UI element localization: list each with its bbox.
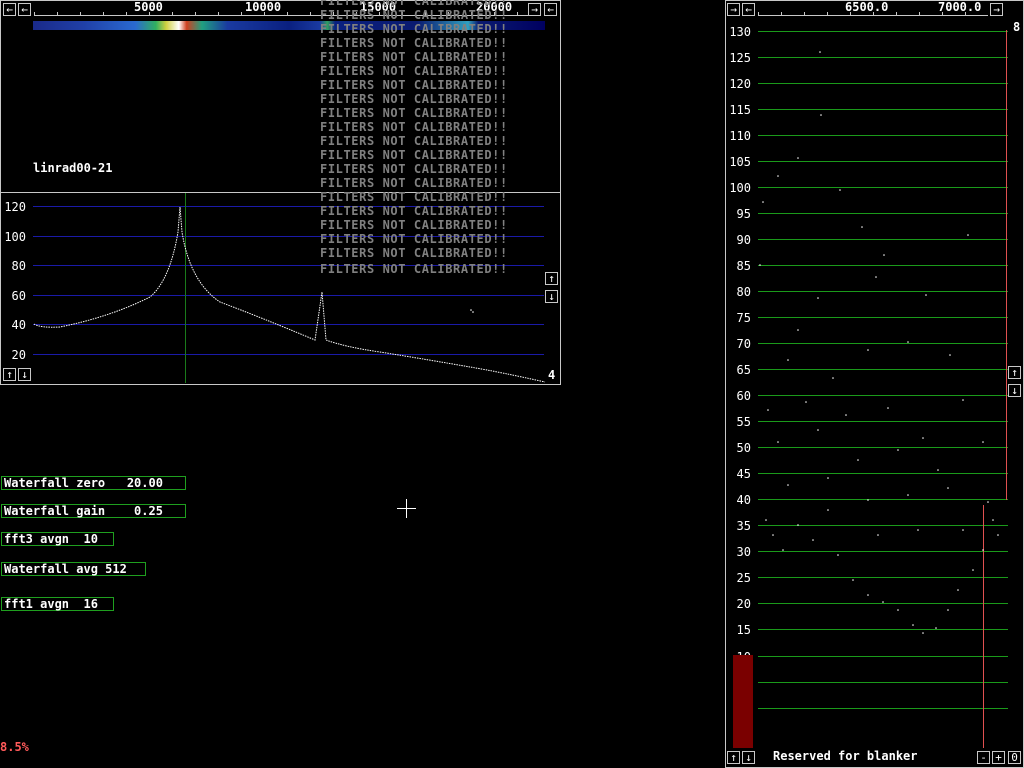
waterfall-scroll-left-icon[interactable]: ←	[544, 3, 557, 16]
baseband-y-label: 35	[736, 519, 751, 533]
filter-warning: FILTERS NOT CALIBRATED!!	[320, 246, 508, 260]
baseband-y-label: 45	[736, 467, 751, 481]
baseband-scale-label-7000: 7000.0	[938, 0, 982, 14]
filter-warning: FILTERS NOT CALIBRATED!!	[320, 8, 508, 22]
baseband-y-label: 55	[736, 415, 751, 429]
baseband-down-arrow-icon[interactable]: ↓	[1008, 384, 1021, 397]
baseband-zoom-up-icon[interactable]: ↑	[727, 751, 740, 764]
baseband-y-label: 100	[729, 181, 751, 195]
baseband-trace	[759, 51, 999, 634]
baseband-y-label: 60	[736, 389, 751, 403]
filter-warning: FILTERS NOT CALIBRATED!!	[320, 22, 508, 36]
fft3-avgn-param[interactable]: fft3 avgn 10	[1, 532, 114, 546]
waterfall-right-arrow-icon[interactable]: →	[528, 3, 541, 16]
spectrum-avg-count: 4	[548, 368, 556, 382]
filter-warning: FILTERS NOT CALIBRATED!!	[320, 50, 508, 64]
baseband-scroll-right-icon[interactable]: →	[990, 3, 1003, 16]
spectrum-zoom-up-icon[interactable]: ↑	[3, 368, 16, 381]
fft1-avgn-param[interactable]: fft1 avgn 16	[1, 597, 114, 611]
waterfall-avg-param[interactable]: Waterfall avg 512	[1, 562, 146, 576]
baseband-y-label: 75	[736, 311, 751, 325]
filter-warning: FILTERS NOT CALIBRATED!!	[320, 262, 508, 276]
filter-warning: FILTERS NOT CALIBRATED!!	[320, 92, 508, 106]
baseband-y-label: 95	[736, 207, 751, 221]
cpu-load-indicator: 8.5%	[0, 740, 29, 754]
waterfall-right-left-arrow-icon[interactable]: ←	[18, 3, 31, 16]
filter-warning: FILTERS NOT CALIBRATED!!	[320, 106, 508, 120]
baseband-y-label: 50	[736, 441, 751, 455]
waterfall-gain-param[interactable]: Waterfall gain 0.25	[1, 504, 186, 518]
filter-warning: FILTERS NOT CALIBRATED!!	[320, 190, 508, 204]
baseband-y-label: 110	[729, 129, 751, 143]
waterfall-zero-param[interactable]: Waterfall zero 20.00	[1, 476, 186, 490]
filter-warning: FILTERS NOT CALIBRATED!!	[320, 162, 508, 176]
crosshair-cursor-icon	[406, 499, 407, 518]
baseband-y-label: 85	[736, 259, 751, 273]
filter-warning: FILTERS NOT CALIBRATED!!	[320, 78, 508, 92]
blanker-label: Reserved for blanker	[773, 749, 918, 763]
baseband-y-label: 115	[729, 103, 751, 117]
baseband-y-label: 25	[736, 571, 751, 585]
baseband-corner-number: 8	[1013, 20, 1021, 34]
spectrum-up-arrow-icon[interactable]: ↑	[545, 272, 558, 285]
filter-warning: FILTERS NOT CALIBRATED!!	[320, 0, 508, 8]
s-meter-bar	[733, 655, 753, 748]
filter-warning: FILTERS NOT CALIBRATED!!	[320, 148, 508, 162]
baseband-y-label: 80	[736, 285, 751, 299]
filter-warning: FILTERS NOT CALIBRATED!!	[320, 218, 508, 232]
filter-warning: FILTERS NOT CALIBRATED!!	[320, 134, 508, 148]
baseband-y-label: 105	[729, 155, 751, 169]
filter-warning: FILTERS NOT CALIBRATED!!	[320, 176, 508, 190]
baseband-y-label: 40	[736, 493, 751, 507]
baseband-y-label: 15	[736, 623, 751, 637]
baseband-scale-label-6500: 6500.0	[845, 0, 889, 14]
blanker-zero-button[interactable]: 0	[1008, 751, 1021, 764]
baseband-y-label: 130	[729, 25, 751, 39]
baseband-y-label: 125	[729, 51, 751, 65]
baseband-y-label: 20	[736, 597, 751, 611]
waterfall-title: linrad00-21	[33, 161, 113, 175]
baseband-zoom-down-icon[interactable]: ↓	[742, 751, 755, 764]
baseband-left-arrow-icon[interactable]: ←	[742, 3, 755, 16]
baseband-level-marker[interactable]	[1006, 30, 1007, 500]
waterfall-left-arrow-icon[interactable]: ←	[3, 3, 16, 16]
filter-warning: FILTERS NOT CALIBRATED!!	[320, 120, 508, 134]
blanker-minus-button[interactable]: -	[977, 751, 990, 764]
filter-warning: FILTERS NOT CALIBRATED!!	[320, 204, 508, 218]
spectrum-down-arrow-icon[interactable]: ↓	[545, 290, 558, 303]
filter-warning: FILTERS NOT CALIBRATED!!	[320, 36, 508, 50]
filter-warning: FILTERS NOT CALIBRATED!!	[320, 232, 508, 246]
baseband-right-arrow-icon[interactable]: →	[727, 3, 740, 16]
baseband-y-label: 65	[736, 363, 751, 377]
spectrum-zoom-down-icon[interactable]: ↓	[18, 368, 31, 381]
blanker-plus-button[interactable]: +	[992, 751, 1005, 764]
baseband-y-label: 90	[736, 233, 751, 247]
baseband-y-label: 120	[729, 77, 751, 91]
baseband-up-arrow-icon[interactable]: ↑	[1008, 366, 1021, 379]
baseband-y-label: 30	[736, 545, 751, 559]
baseband-y-label: 70	[736, 337, 751, 351]
filter-warning: FILTERS NOT CALIBRATED!!	[320, 64, 508, 78]
